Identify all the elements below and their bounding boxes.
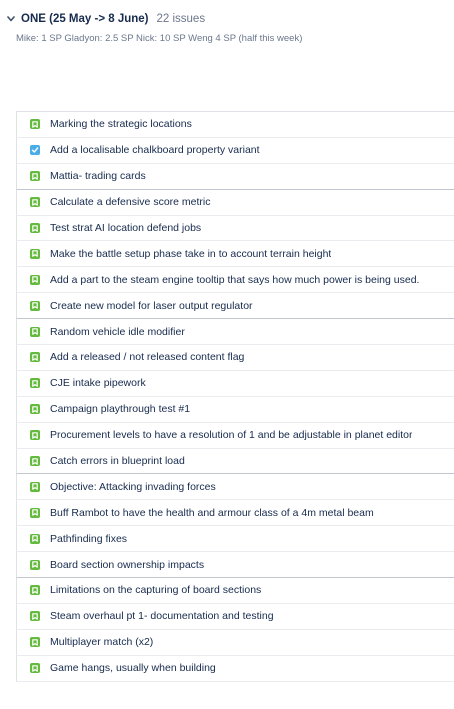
issue-summary[interactable]: Add a localisable chalkboard property va… [50,144,260,156]
issue-summary[interactable]: Limitations on the capturing of board se… [50,584,261,596]
issue-summary[interactable]: Steam overhaul pt 1- documentation and t… [50,610,274,622]
issue-summary[interactable]: Board section ownership impacts [50,559,204,571]
issue-summary[interactable]: Buff Rambot to have the health and armou… [50,507,374,519]
issue-summary[interactable]: Random vehicle idle modifier [50,326,185,338]
issue-row[interactable]: Calculate a defensive score metric [16,189,454,216]
story-icon [30,119,40,130]
story-icon [30,456,40,467]
issue-row[interactable]: Random vehicle idle modifier [16,319,454,346]
story-icon [30,585,40,596]
chevron-down-icon[interactable] [6,15,15,24]
issue-summary[interactable]: Pathfinding fixes [50,533,127,545]
story-icon [30,507,40,518]
issue-summary[interactable]: Procurement levels to have a resolution … [50,429,412,441]
issue-row[interactable]: CJE intake pipework [16,370,454,397]
issue-row[interactable]: Steam overhaul pt 1- documentation and t… [16,603,454,630]
issue-row[interactable]: Board section ownership impacts [16,552,454,579]
issue-row[interactable]: Multiplayer match (x2) [16,629,454,656]
issue-row[interactable]: Test strat AI location defend jobs [16,215,454,242]
issue-count: 22 issues [156,13,206,25]
story-icon [30,378,40,389]
issue-summary[interactable]: Test strat AI location defend jobs [50,222,201,234]
story-icon [30,559,40,570]
issue-summary[interactable]: Create new model for laser output regula… [50,300,253,312]
issue-summary[interactable]: Add a part to the steam engine tooltip t… [50,274,419,286]
story-icon [30,223,40,233]
issue-row[interactable]: Game hangs, usually when building [16,655,454,682]
issue-list: Marking the strategic locations Add a loc… [16,111,454,682]
sprint-name[interactable]: ONE (25 May -> 8 June) [21,13,149,25]
task-icon [30,145,40,156]
issue-row[interactable]: Make the battle setup phase take in to a… [16,241,454,268]
story-icon [30,274,40,285]
story-icon [30,326,40,337]
story-icon [30,611,40,622]
story-icon [30,352,40,363]
story-icon [30,197,40,208]
issue-row[interactable]: Create new model for laser output regula… [16,293,454,320]
issue-row[interactable]: Catch errors in blueprint load [16,448,454,475]
issue-summary[interactable]: Campaign playthrough test #1 [50,403,190,415]
issue-summary[interactable]: Multiplayer match (x2) [50,636,153,648]
story-icon [30,404,40,415]
story-icon [30,171,40,182]
issue-row[interactable]: Marking the strategic locations [16,112,454,138]
story-icon [30,533,40,544]
issue-summary[interactable]: Objective: Attacking invading forces [50,481,216,493]
issue-summary[interactable]: Catch errors in blueprint load [50,455,185,467]
sprint-capacity-note: Mike: 1 SP Gladyon: 2.5 SP Nick: 10 SP W… [16,33,303,44]
issue-summary[interactable]: Game hangs, usually when building [50,662,216,674]
issue-summary[interactable]: Add a released / not released content fl… [50,351,244,363]
story-icon [30,637,40,648]
issue-summary[interactable]: Mattia- trading cards [50,170,146,182]
issue-row[interactable]: Pathfinding fixes [16,526,454,553]
story-icon [30,481,40,492]
story-icon [30,430,40,441]
issue-summary[interactable]: Marking the strategic locations [50,118,192,130]
story-icon [30,248,40,259]
story-icon [30,300,40,311]
issue-row[interactable]: Add a released / not released content fl… [16,345,454,371]
issue-row[interactable]: Buff Rambot to have the health and armou… [16,500,454,527]
issue-summary[interactable]: CJE intake pipework [50,377,146,389]
issue-row[interactable]: Limitations on the capturing of board se… [16,578,454,604]
issue-row[interactable]: Add a localisable chalkboard property va… [16,137,454,164]
sprint-header: ONE (25 May -> 8 June) 22 issues [0,10,454,28]
issue-summary[interactable]: Calculate a defensive score metric [50,196,211,208]
story-icon [30,663,40,674]
issue-row[interactable]: Objective: Attacking invading forces [16,474,454,501]
issue-row[interactable]: Add a part to the steam engine tooltip t… [16,267,454,294]
issue-row[interactable]: Mattia- trading cards [16,163,454,190]
issue-summary[interactable]: Make the battle setup phase take in to a… [50,248,331,260]
issue-row[interactable]: Procurement levels to have a resolution … [16,422,454,449]
issue-row[interactable]: Campaign playthrough test #1 [16,396,454,423]
